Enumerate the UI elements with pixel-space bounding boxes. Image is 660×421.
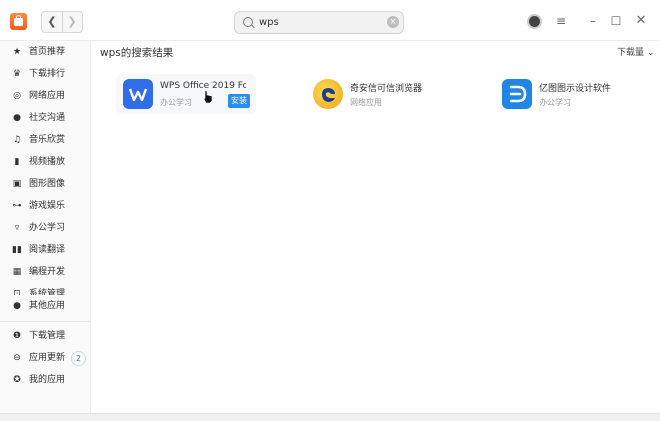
update-count-badge: 2 xyxy=(71,351,86,366)
app-name: 亿图图示设计软件 xyxy=(539,84,612,94)
sidebar-item-updates[interactable]: ⊖ 应用更新 2 xyxy=(0,347,90,369)
edraw-icon xyxy=(502,79,532,109)
sidebar-item-other-apps[interactable]: ● 其他应用 xyxy=(0,295,90,317)
sidebar-item-games[interactable]: ⊶ 游戏娱乐 xyxy=(0,195,90,217)
video-icon: ▮ xyxy=(14,157,20,167)
sidebar-item-home[interactable]: ★ 首页推荐 xyxy=(0,41,90,63)
sidebar-item-label: 办公学习 xyxy=(29,223,66,233)
book-icon: ▮▮ xyxy=(12,245,22,255)
sort-dropdown[interactable]: 下载量 ⌄ xyxy=(617,45,654,58)
sidebar-item-label: 编程开发 xyxy=(29,267,66,277)
crown-icon: ♛ xyxy=(12,69,22,79)
sidebar-item-download-manager[interactable]: ❶ 下载管理 xyxy=(0,325,90,347)
maximize-button[interactable]: ☐ xyxy=(607,11,625,31)
result-card-qianxin[interactable]: 奇安信可信浏览器 网络应用 xyxy=(306,74,446,114)
install-button[interactable]: 安装 xyxy=(228,94,250,108)
close-button[interactable]: ✕ xyxy=(632,11,650,31)
wps-icon xyxy=(123,79,153,109)
title-bar: ❮ ❯ × ≡ – ☐ ✕ xyxy=(0,0,660,41)
my-apps-icon: ✪ xyxy=(13,375,21,385)
star-icon: ★ xyxy=(12,47,22,57)
sidebar-item-label: 其他应用 xyxy=(29,301,66,311)
search-results-panel: wps的搜索结果 下载量 ⌄ WPS Office 2019 Fo… 办公学习 … xyxy=(91,41,660,413)
app-category: 办公学习 xyxy=(539,98,571,107)
sidebar-item-office[interactable]: ▿ 办公学习 xyxy=(0,217,90,239)
sidebar-item-social[interactable]: ● 社交沟通 xyxy=(0,107,90,129)
minimize-button[interactable]: – xyxy=(584,11,602,31)
app-name: 奇安信可信浏览器 xyxy=(350,84,423,94)
sidebar-item-label: 音乐欣赏 xyxy=(29,135,66,145)
sidebar-item-label: 下载排行 xyxy=(29,69,66,79)
briefcase-icon: ▿ xyxy=(14,223,20,233)
qianxin-browser-icon xyxy=(313,79,343,109)
app-store-logo-icon xyxy=(10,13,27,30)
globe-icon: ◎ xyxy=(13,91,21,101)
mouse-cursor-icon xyxy=(203,90,213,104)
update-icon: ⊖ xyxy=(13,353,21,363)
user-avatar-icon[interactable] xyxy=(524,11,544,31)
sidebar-item-label: 我的应用 xyxy=(29,375,66,385)
result-card-wps[interactable]: WPS Office 2019 Fo… 办公学习 安装 xyxy=(116,74,256,114)
code-icon: ▦ xyxy=(12,267,22,277)
search-box[interactable]: × xyxy=(234,11,404,34)
back-button[interactable]: ❮ xyxy=(42,12,63,32)
sidebar-item-label: 首页推荐 xyxy=(29,47,66,57)
app-category: 网络应用 xyxy=(350,98,382,107)
app-store-window: ❮ ❯ × ≡ – ☐ ✕ ★ 首页推荐 ♛ 下载排行 ◎ 网络应用 ● 社交沟… xyxy=(0,0,660,421)
music-icon: ♫ xyxy=(12,135,22,145)
sidebar-item-reading[interactable]: ▮▮ 阅读翻译 xyxy=(0,239,90,261)
sidebar-item-ranking[interactable]: ♛ 下载排行 xyxy=(0,63,90,85)
sidebar-item-network[interactable]: ◎ 网络应用 xyxy=(0,85,90,107)
search-icon xyxy=(243,17,253,27)
gamepad-icon: ⊶ xyxy=(12,201,22,211)
menu-icon[interactable]: ≡ xyxy=(552,11,570,31)
result-card-edraw[interactable]: 亿图图示设计软件 办公学习 xyxy=(495,74,635,114)
results-title: wps的搜索结果 xyxy=(100,47,174,59)
sidebar-item-label: 下载管理 xyxy=(29,331,66,341)
more-icon: ● xyxy=(13,301,21,311)
forward-button[interactable]: ❯ xyxy=(62,12,82,32)
sidebar-item-label: 应用更新 xyxy=(29,353,66,363)
sidebar-item-label: 图形图像 xyxy=(29,179,66,189)
sidebar-item-label: 阅读翻译 xyxy=(29,245,66,255)
sidebar-item-video[interactable]: ▮ 视频播放 xyxy=(0,151,90,173)
sidebar-item-graphics[interactable]: ▣ 图形图像 xyxy=(0,173,90,195)
sidebar-item-label: 视频播放 xyxy=(29,157,66,167)
sidebar-item-my-apps[interactable]: ✪ 我的应用 xyxy=(0,369,90,391)
sidebar-item-label: 网络应用 xyxy=(29,91,66,101)
sidebar-item-music[interactable]: ♫ 音乐欣赏 xyxy=(0,129,90,151)
search-input[interactable] xyxy=(259,14,379,30)
image-icon: ▣ xyxy=(12,179,22,189)
download-icon: ❶ xyxy=(12,331,22,341)
sidebar-item-label: 游戏娱乐 xyxy=(29,201,66,211)
chat-icon: ● xyxy=(13,113,21,123)
sidebar-item-label: 社交沟通 xyxy=(29,113,66,123)
clear-search-icon[interactable]: × xyxy=(387,16,399,28)
sidebar-item-programming[interactable]: ▦ 编程开发 xyxy=(0,261,90,283)
navigation-buttons: ❮ ❯ xyxy=(41,11,83,33)
app-category: 办公学习 xyxy=(160,98,192,107)
